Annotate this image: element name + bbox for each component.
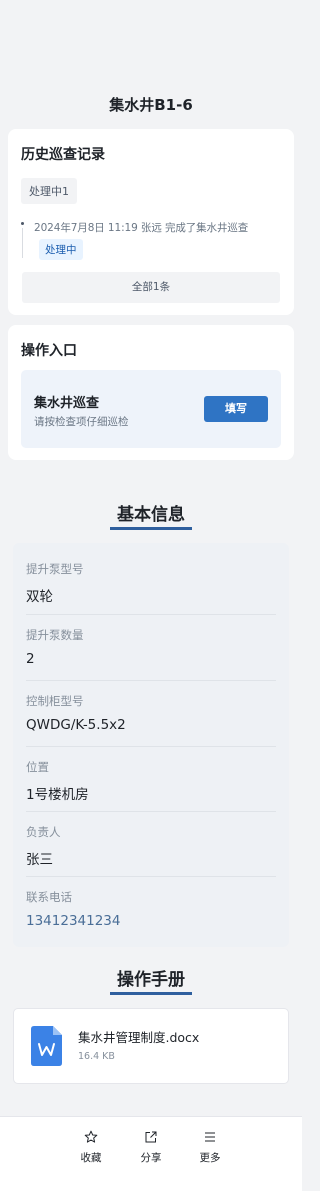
status-badge: 处理中	[39, 239, 83, 260]
basic-info-heading: 基本信息	[117, 505, 185, 525]
info-field-pump-model: 提升泵型号 双轮	[26, 561, 276, 605]
star-icon	[84, 1130, 98, 1143]
info-label: 联系电话	[26, 890, 72, 904]
more-button[interactable]: 更多	[190, 1130, 230, 1165]
fill-button[interactable]: 填写	[204, 396, 268, 422]
info-field-location: 位置 1号楼机房	[26, 759, 276, 803]
timeline-line	[22, 228, 23, 258]
favorite-label: 收藏	[80, 1152, 102, 1164]
phone-link[interactable]: 13412341234	[26, 913, 276, 929]
entry-item-desc: 请按检查项仔细巡检	[34, 416, 129, 428]
menu-icon	[205, 1132, 215, 1142]
manual-file-card[interactable]: 集水井管理制度.docx 16.4 KB	[13, 1008, 289, 1084]
divider	[26, 811, 276, 812]
manual-heading: 操作手册	[117, 970, 185, 990]
info-field-phone: 联系电话 13412341234	[26, 889, 276, 929]
info-label: 位置	[26, 760, 49, 774]
info-label: 控制柜型号	[26, 694, 84, 708]
file-size: 16.4 KB	[78, 1051, 115, 1062]
info-field-pump-count: 提升泵数量 2	[26, 627, 276, 667]
info-field-owner: 负责人 张三	[26, 824, 276, 868]
heading-underline	[110, 527, 192, 530]
file-name: 集水井管理制度.docx	[78, 1030, 200, 1045]
info-value: 张三	[26, 852, 53, 868]
entry-item-name: 集水井巡查	[34, 396, 100, 411]
history-title: 历史巡查记录	[21, 147, 105, 163]
entry-card: 操作入口 集水井巡查 请按检查项仔细巡检 填写	[8, 325, 294, 460]
bottom-action-bar: 收藏 分享 更多	[0, 1116, 302, 1191]
inspection-entry[interactable]: 集水井巡查 请按检查项仔细巡检 填写	[21, 370, 281, 448]
info-value: 双轮	[26, 589, 53, 605]
more-label: 更多	[199, 1152, 221, 1164]
info-label: 提升泵型号	[26, 562, 84, 576]
divider	[26, 614, 276, 615]
entry-title: 操作入口	[21, 343, 77, 359]
divider	[26, 876, 276, 877]
heading-underline	[110, 992, 192, 995]
share-icon	[145, 1131, 157, 1143]
view-all-button[interactable]: 全部1条	[22, 272, 280, 303]
filter-chip-processing[interactable]: 处理中1	[21, 178, 77, 204]
divider	[26, 680, 276, 681]
share-button[interactable]: 分享	[131, 1130, 171, 1165]
timeline-dot	[21, 222, 24, 225]
word-doc-icon	[31, 1026, 62, 1066]
info-field-cabinet-model: 控制柜型号 QWDG/K-5.5x2	[26, 693, 276, 733]
info-value: QWDG/K-5.5x2	[26, 717, 126, 733]
history-card: 历史巡查记录 处理中1 2024年7月8日 11:19 张远 完成了集水井巡查 …	[8, 129, 294, 315]
info-label: 负责人	[26, 825, 61, 839]
divider	[26, 746, 276, 747]
history-record-text: 2024年7月8日 11:19 张远 完成了集水井巡查	[34, 222, 249, 234]
page-title: 集水井B1-6	[109, 96, 193, 114]
info-value: 2	[26, 651, 35, 667]
info-value: 1号楼机房	[26, 787, 89, 803]
share-label: 分享	[140, 1152, 162, 1164]
basic-info-panel: 提升泵型号 双轮 提升泵数量 2 控制柜型号 QWDG/K-5.5x2 位置 1…	[13, 543, 289, 947]
favorite-button[interactable]: 收藏	[71, 1130, 111, 1165]
info-label: 提升泵数量	[26, 628, 84, 642]
